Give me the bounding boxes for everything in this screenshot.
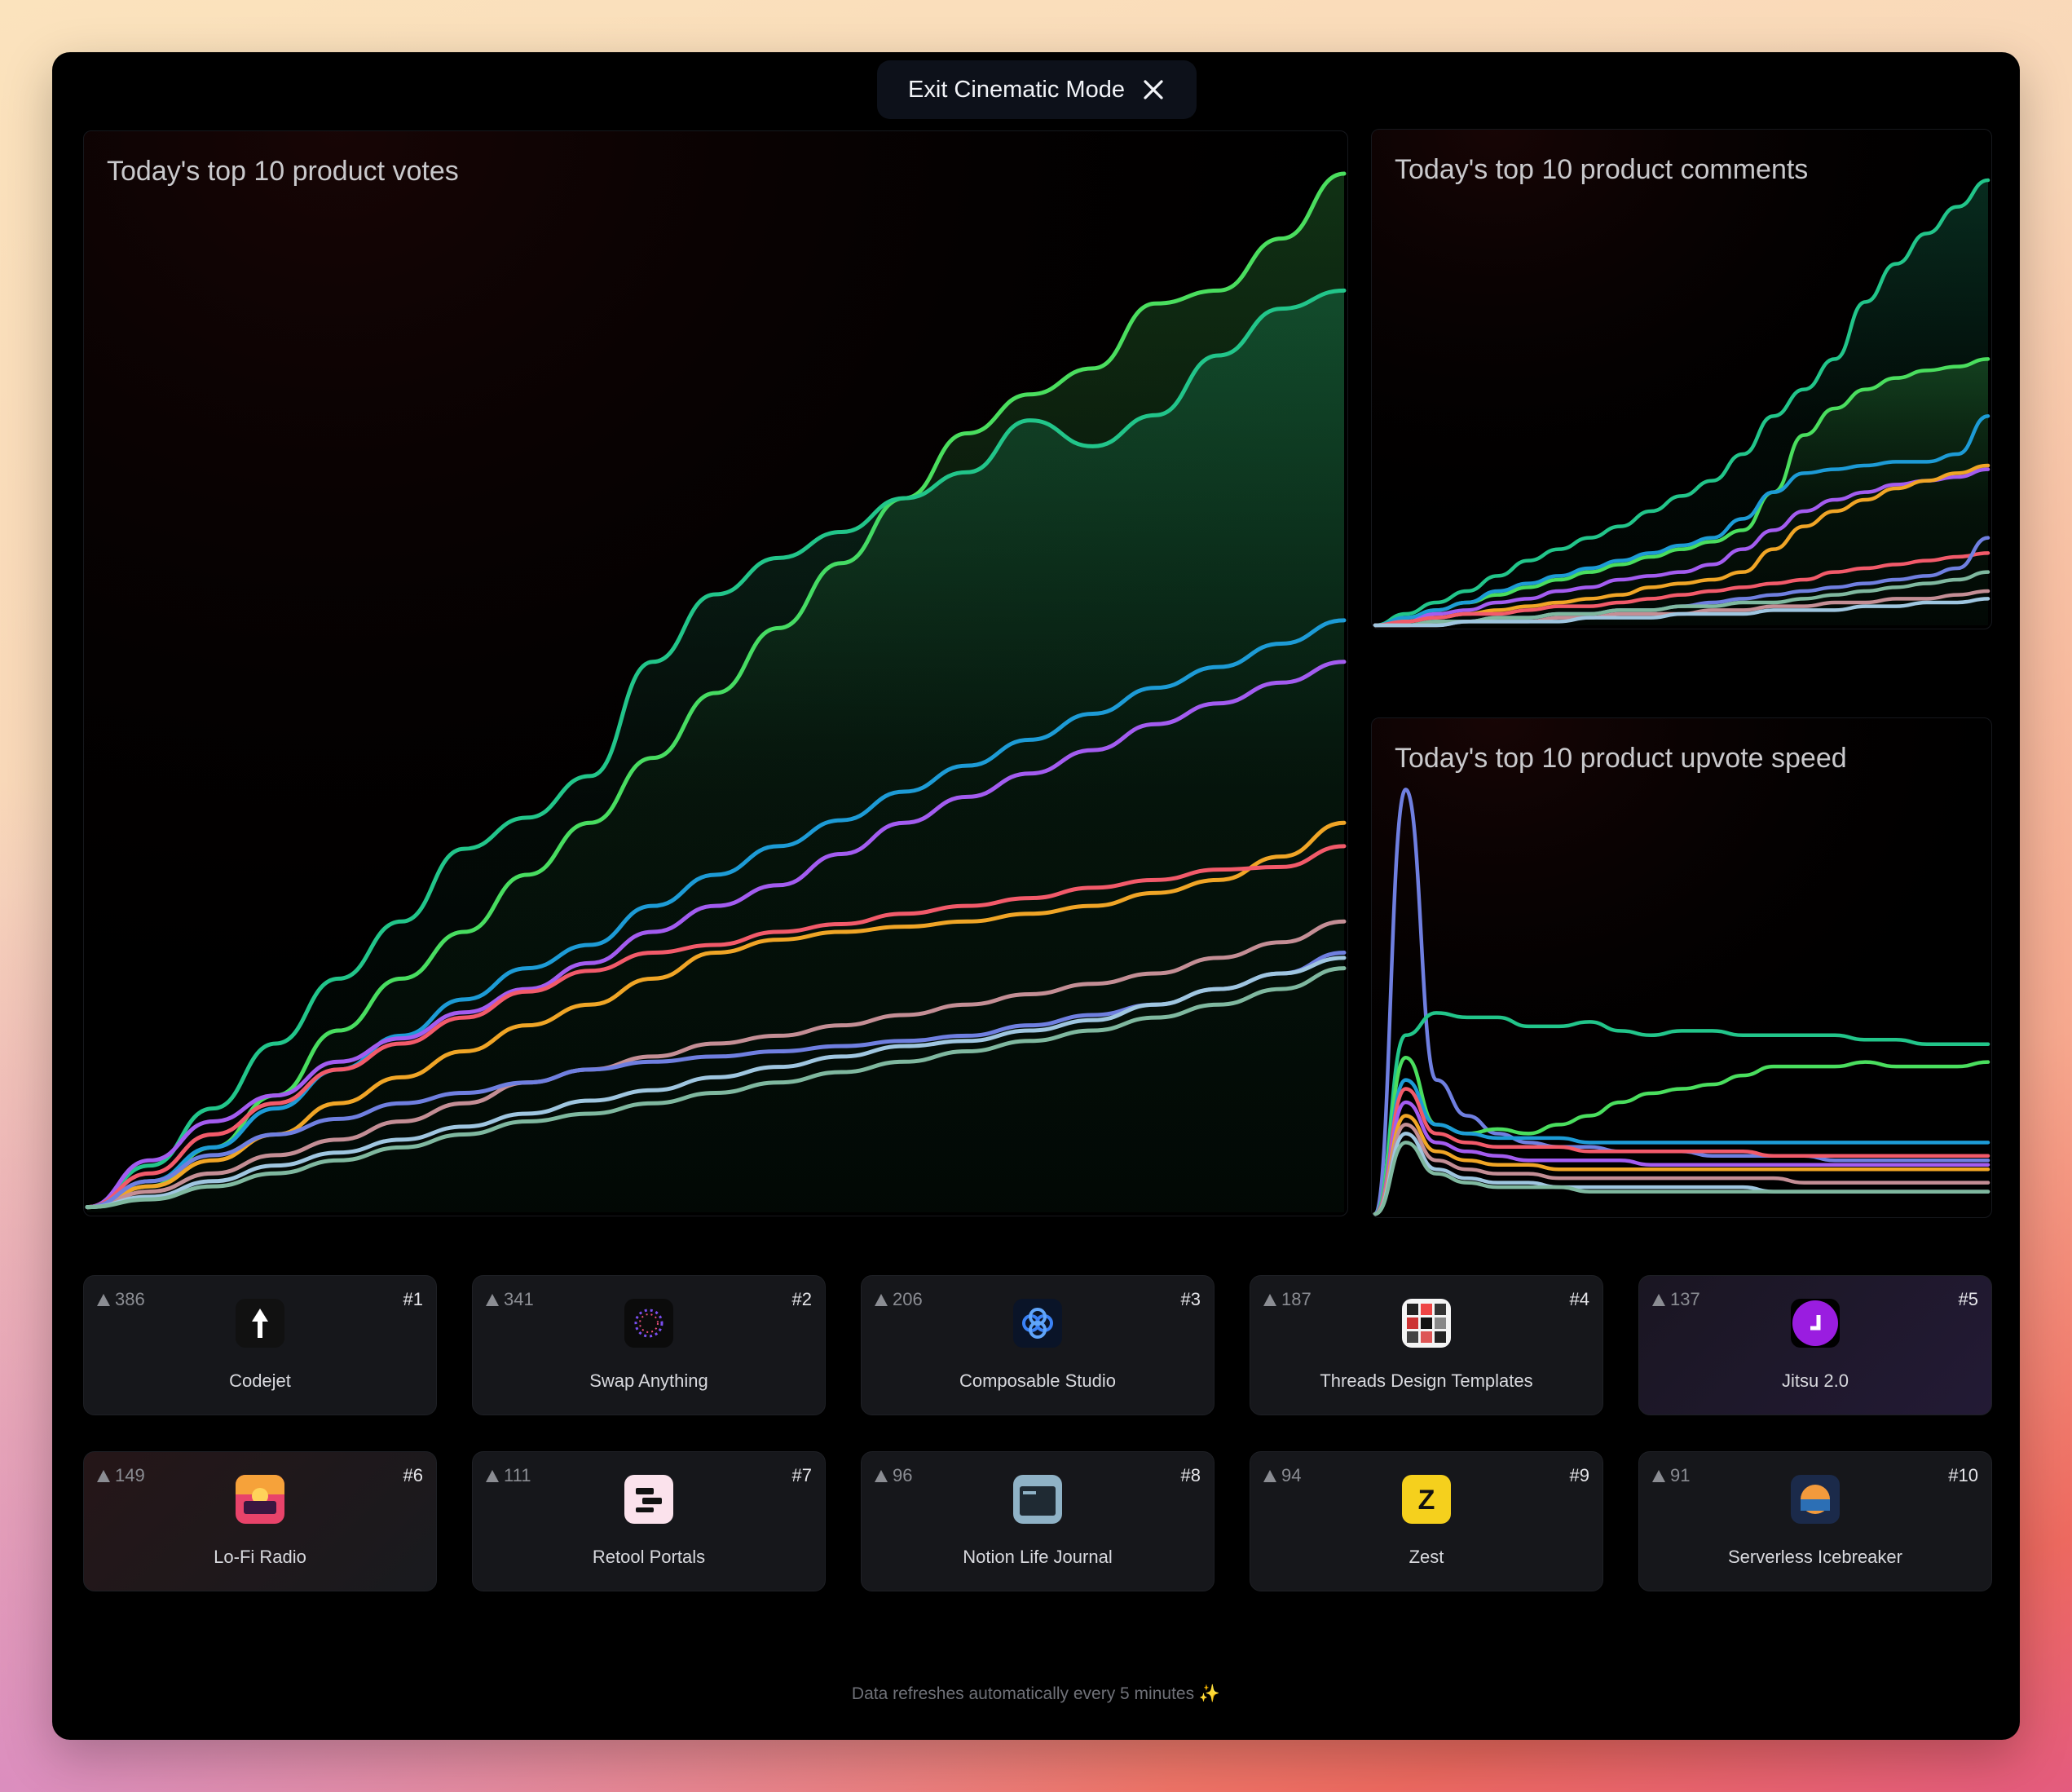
- product-name: Serverless Icebreaker: [1728, 1547, 1902, 1567]
- vote-count-value: 137: [1670, 1289, 1700, 1309]
- upvote-icon: [486, 1469, 499, 1482]
- product-card[interactable]: 187 #4 Threads Design Templates: [1250, 1275, 1603, 1415]
- upvote-icon: [486, 1293, 499, 1306]
- product-card[interactable]: 91 #10 Serverless Icebreaker: [1638, 1451, 1992, 1591]
- vote-count-value: 96: [893, 1465, 913, 1485]
- product-name: Jitsu 2.0: [1782, 1370, 1849, 1391]
- vote-count-value: 111: [504, 1465, 531, 1485]
- product-name: Lo-Fi Radio: [214, 1547, 306, 1567]
- rank-badge: #10: [1948, 1465, 1978, 1485]
- rank-badge: #3: [1180, 1289, 1201, 1309]
- rank-badge: #7: [791, 1465, 812, 1485]
- upvote-icon: [97, 1469, 110, 1482]
- product-card[interactable]: 206 #3 Composable Studio: [861, 1275, 1215, 1415]
- rank-badge: #4: [1569, 1289, 1589, 1309]
- close-icon: [1144, 80, 1163, 99]
- product-card[interactable]: 96 #8 Notion Life Journal: [861, 1451, 1215, 1591]
- vote-count-value: 206: [893, 1289, 923, 1309]
- upvote-icon: [875, 1293, 888, 1306]
- lofi-radio-logo: [236, 1475, 284, 1524]
- comments-chart: [1372, 130, 1991, 629]
- cinematic-window: Exit Cinematic Mode Today's top 10 produ…: [52, 52, 2020, 1740]
- comments-chart-title: Today's top 10 product comments: [1395, 154, 1809, 185]
- product-card[interactable]: 341 #2 Swap Anything: [472, 1275, 826, 1415]
- upvote-icon: [1263, 1469, 1276, 1482]
- composable-studio-logo: [1013, 1299, 1062, 1348]
- rank-badge: #2: [791, 1289, 812, 1309]
- product-name: Swap Anything: [589, 1370, 708, 1391]
- upvote-icon: [97, 1293, 110, 1306]
- product-card[interactable]: 137 #5 Jitsu 2.0: [1638, 1275, 1992, 1415]
- zest-logo: Z: [1402, 1475, 1451, 1524]
- rank-badge: #6: [403, 1465, 423, 1485]
- vote-count: 91: [1652, 1465, 1690, 1486]
- rank-badge: #8: [1180, 1465, 1201, 1485]
- upvote-icon: [1652, 1469, 1665, 1482]
- vote-count: 386: [97, 1289, 145, 1310]
- product-name: Zest: [1409, 1547, 1444, 1567]
- vote-count: 96: [875, 1465, 912, 1486]
- vote-count: 187: [1263, 1289, 1312, 1310]
- rank-badge: #5: [1958, 1289, 1978, 1309]
- comments-chart-panel: Today's top 10 product comments: [1371, 129, 1992, 629]
- speed-chart: [1372, 718, 1991, 1217]
- vote-count: 206: [875, 1289, 923, 1310]
- retool-portals-logo: [624, 1475, 673, 1524]
- serverless-icebreaker-logo: [1791, 1475, 1840, 1524]
- speed-chart-panel: Today's top 10 product upvote speed: [1371, 717, 1992, 1218]
- product-name: Threads Design Templates: [1320, 1370, 1533, 1391]
- speed-chart-title: Today's top 10 product upvote speed: [1395, 743, 1847, 774]
- product-name: Notion Life Journal: [963, 1547, 1113, 1567]
- product-card[interactable]: 94 #9 Z Zest: [1250, 1451, 1603, 1591]
- product-card[interactable]: 386 #1 Codejet: [83, 1275, 437, 1415]
- vote-count: 341: [486, 1289, 534, 1310]
- codejet-logo: [236, 1299, 284, 1348]
- exit-cinematic-mode-button[interactable]: Exit Cinematic Mode: [877, 60, 1197, 119]
- product-name: Retool Portals: [592, 1547, 706, 1567]
- vote-count-value: 91: [1670, 1465, 1691, 1485]
- vote-count: 94: [1263, 1465, 1301, 1486]
- vote-count-value: 149: [115, 1465, 145, 1485]
- vote-count-value: 187: [1281, 1289, 1312, 1309]
- rank-badge: #9: [1569, 1465, 1589, 1485]
- vote-count: 149: [97, 1465, 145, 1486]
- exit-button-label: Exit Cinematic Mode: [908, 76, 1125, 103]
- vote-count-value: 341: [504, 1289, 534, 1309]
- product-card[interactable]: 149 #6 Lo-Fi Radio: [83, 1451, 437, 1591]
- vote-count: 137: [1652, 1289, 1700, 1310]
- jitsu-logo: [1791, 1299, 1840, 1348]
- votes-chart-title: Today's top 10 product votes: [107, 156, 459, 187]
- vote-count-value: 94: [1281, 1465, 1302, 1485]
- vote-count-value: 386: [115, 1289, 145, 1309]
- product-name: Codejet: [229, 1370, 291, 1391]
- upvote-icon: [1263, 1293, 1276, 1306]
- votes-chart-panel: Today's top 10 product votes: [83, 130, 1348, 1216]
- vote-count: 111: [486, 1465, 531, 1486]
- notion-life-journal-logo: [1013, 1475, 1062, 1524]
- rank-badge: #1: [403, 1289, 423, 1309]
- product-name: Composable Studio: [959, 1370, 1116, 1391]
- refresh-note: Data refreshes automatically every 5 min…: [851, 1684, 1221, 1703]
- votes-chart: [84, 131, 1347, 1216]
- threads-design-templates-logo: [1402, 1299, 1451, 1348]
- product-card[interactable]: 111 #7 Retool Portals: [472, 1451, 826, 1591]
- svg-text:Z: Z: [1418, 1485, 1435, 1516]
- upvote-icon: [1652, 1293, 1665, 1306]
- swap-anything-logo: [624, 1299, 673, 1348]
- upvote-icon: [875, 1469, 888, 1482]
